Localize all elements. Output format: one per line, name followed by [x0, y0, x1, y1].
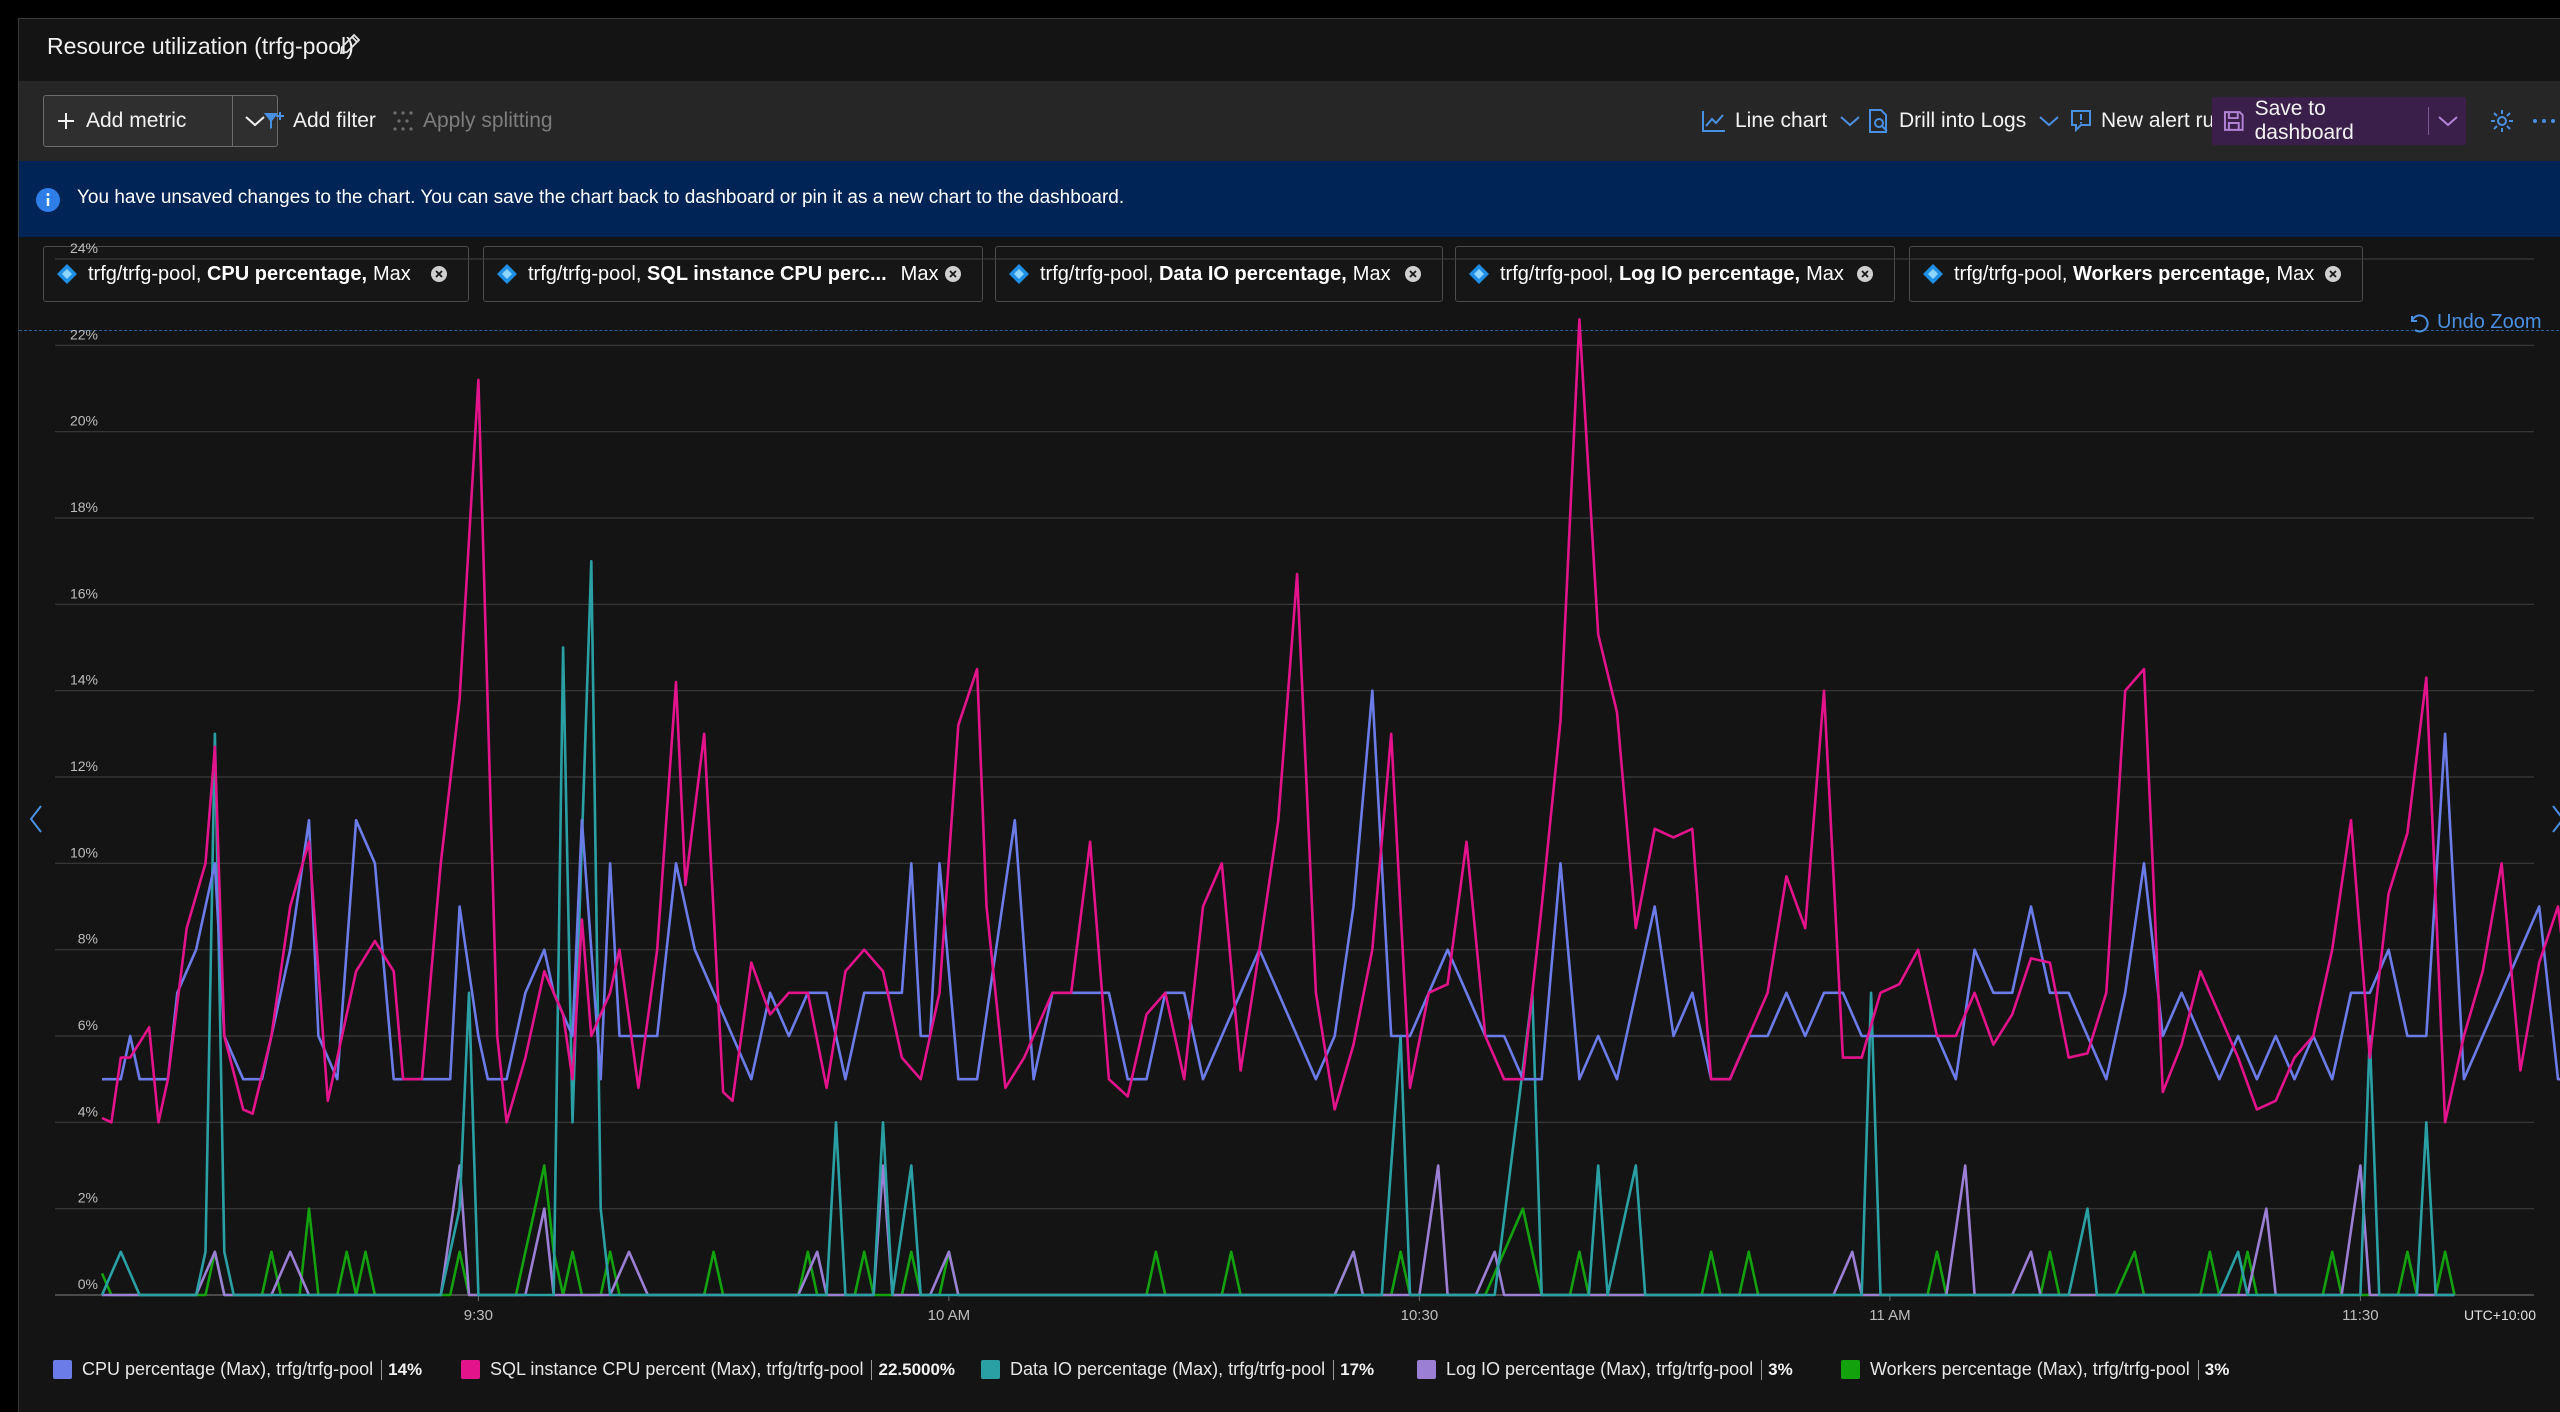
- legend-value: 22.5000%: [871, 1359, 955, 1380]
- metrics-panel: Resource utilization (trfg-pool) Add met…: [18, 18, 2560, 1412]
- y-tick-label: 22%: [70, 326, 98, 342]
- y-tick-label: 14%: [70, 672, 98, 688]
- legend-label: CPU percentage (Max), trfg/trfg-pool: [82, 1359, 374, 1379]
- legend-label: Workers percentage (Max), trfg/trfg-pool: [1870, 1359, 2190, 1379]
- legend-value: 3%: [1761, 1359, 1793, 1380]
- y-tick-label: 18%: [70, 499, 98, 515]
- legend-label: Log IO percentage (Max), trfg/trfg-pool: [1446, 1359, 1754, 1379]
- y-tick-label: 0%: [78, 1276, 98, 1292]
- legend-label: Data IO percentage (Max), trfg/trfg-pool: [1010, 1359, 1326, 1379]
- y-tick-label: 8%: [78, 931, 98, 947]
- legend-value: 14%: [381, 1359, 422, 1380]
- y-tick-label: 12%: [70, 758, 98, 774]
- legend-swatch: [461, 1360, 480, 1379]
- y-tick-label: 4%: [78, 1103, 98, 1119]
- legend-item-sql-cpu[interactable]: SQL instance CPU percent (Max), trfg/trf…: [461, 1359, 955, 1380]
- legend-item-data-io[interactable]: Data IO percentage (Max), trfg/trfg-pool…: [981, 1359, 1374, 1380]
- x-tick-label: 10:30: [1401, 1307, 1439, 1324]
- line-chart[interactable]: 0% 2% 4% 6% 8% 10% 12% 14% 16% 18% 20% 22% 24% 9:30 10…: [19, 19, 2560, 1412]
- timezone-label: UTC+10:00: [2464, 1307, 2536, 1323]
- legend-value: 17%: [1333, 1359, 1374, 1380]
- chart-legend: CPU percentage (Max), trfg/trfg-pool 14%…: [19, 1359, 2560, 1399]
- x-tick-label: 9:30: [464, 1307, 493, 1324]
- y-tick-label: 20%: [70, 413, 98, 429]
- y-tick-label: 16%: [70, 585, 98, 601]
- y-tick-label: 2%: [78, 1190, 98, 1206]
- x-tick-label: 11:30: [2342, 1307, 2378, 1324]
- legend-swatch: [1417, 1360, 1436, 1379]
- legend-item-workers[interactable]: Workers percentage (Max), trfg/trfg-pool…: [1841, 1359, 2229, 1380]
- legend-label: SQL instance CPU percent (Max), trfg/trf…: [490, 1359, 864, 1379]
- x-tick-label: 11 AM: [1869, 1307, 1910, 1324]
- legend-swatch: [981, 1360, 1000, 1379]
- y-tick-label: 24%: [70, 240, 98, 256]
- legend-swatch: [53, 1360, 72, 1379]
- y-tick-label: 10%: [70, 844, 98, 860]
- legend-swatch: [1841, 1360, 1860, 1379]
- series-line-2[interactable]: [100, 559, 2455, 1297]
- legend-value: 3%: [2197, 1359, 2229, 1380]
- legend-item-cpu[interactable]: CPU percentage (Max), trfg/trfg-pool 14%: [53, 1359, 422, 1380]
- legend-item-log-io[interactable]: Log IO percentage (Max), trfg/trfg-pool …: [1417, 1359, 1793, 1380]
- series-line-1[interactable]: [101, 318, 2560, 1124]
- y-tick-label: 6%: [78, 1017, 98, 1033]
- x-tick-label: 10 AM: [928, 1307, 971, 1324]
